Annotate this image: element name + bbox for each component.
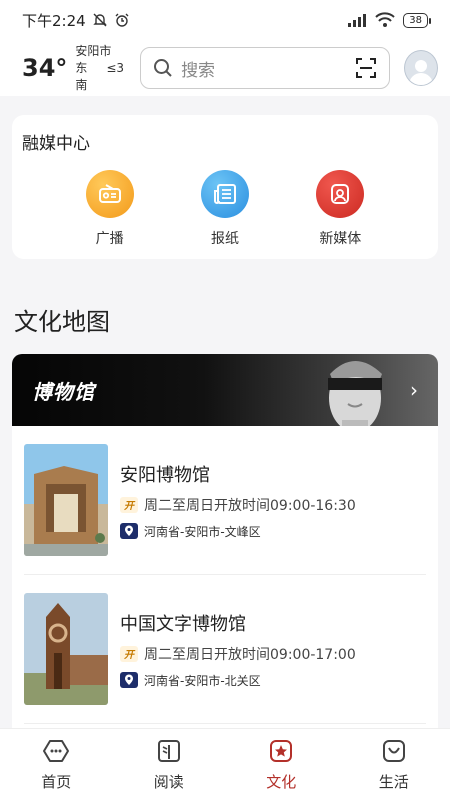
radio-icon xyxy=(85,170,134,218)
search-icon xyxy=(154,59,172,77)
museum-thumbnail xyxy=(24,444,108,556)
museum-name: 中国文字博物馆 xyxy=(120,613,246,635)
search-input[interactable]: 搜索 xyxy=(140,47,390,89)
wind-direction: 东南 xyxy=(75,60,88,92)
user-icon xyxy=(408,60,433,85)
hours-text: 周二至周日开放时间09:00-16:30 xyxy=(144,497,356,514)
list-item[interactable]: 安阳博物馆 开 周二至周日开放时间09:00-16:30 河南省-安阳市-文峰区 xyxy=(24,426,426,575)
location-pin-icon xyxy=(120,523,138,539)
home-icon xyxy=(43,740,70,762)
wind-level: ≤3 xyxy=(106,60,125,75)
open-badge: 开 xyxy=(120,645,138,662)
city-name: 安阳市 xyxy=(75,43,112,58)
statue-image xyxy=(328,361,382,426)
nav-item-life[interactable]: 生活 xyxy=(354,737,434,792)
museum-hours: 开 周二至周日开放时间09:00-16:30 xyxy=(120,495,356,515)
museum-banner[interactable]: 博物馆 › xyxy=(12,354,438,426)
status-time: 下午2:24 xyxy=(22,11,86,30)
list-item[interactable]: 中国文字博物馆 开 周二至周日开放时间09:00-17:00 河南省-安阳市-北… xyxy=(24,575,426,724)
nav-item-culture[interactable]: 文化 xyxy=(241,737,321,792)
media-item-new-media[interactable]: 新媒体 xyxy=(300,170,380,248)
museum-name: 安阳博物馆 xyxy=(120,464,210,486)
nav-label-read: 阅读 xyxy=(153,773,184,791)
culture-icon xyxy=(270,740,293,762)
status-right: 38 xyxy=(347,12,431,28)
address-text: 河南省-安阳市-文峰区 xyxy=(144,524,261,539)
alarm-icon xyxy=(115,13,129,27)
signal-icon xyxy=(348,14,367,27)
banner-title: 博物馆 xyxy=(32,379,95,404)
bottom-nav: 首页 阅读 文化 生活 xyxy=(0,728,450,800)
media-item-radio[interactable]: 广播 xyxy=(70,170,150,248)
book-icon xyxy=(157,740,180,762)
location-pin-icon xyxy=(120,672,138,688)
temperature: 34° xyxy=(22,54,68,82)
media-center-items: 广播 报纸 新媒体 xyxy=(22,170,428,248)
museum-address: 河南省-安阳市-文峰区 xyxy=(120,523,356,540)
media-center-card: 融媒中心 广播 报纸 新媒体 xyxy=(12,115,438,259)
avatar[interactable] xyxy=(404,50,438,86)
search-placeholder: 搜索 xyxy=(181,60,216,81)
battery-indicator: 38 xyxy=(403,12,431,28)
museum-thumbnail xyxy=(24,593,108,705)
media-center-title: 融媒中心 xyxy=(22,134,90,154)
nav-label-home: 首页 xyxy=(41,773,72,791)
wifi-icon xyxy=(375,12,395,27)
status-left: 下午2:24 xyxy=(22,10,130,31)
media-label-radio: 广播 xyxy=(95,231,124,247)
media-label-new-media: 新媒体 xyxy=(319,231,362,247)
header: 34° 安阳市 东南 ≤3 搜索 xyxy=(0,40,450,96)
open-badge: 开 xyxy=(120,496,138,513)
museum-list: 安阳博物馆 开 周二至周日开放时间09:00-16:30 河南省-安阳市-文峰区 xyxy=(12,426,438,736)
media-item-newspaper[interactable]: 报纸 xyxy=(185,170,265,248)
nav-item-read[interactable]: 阅读 xyxy=(129,737,209,792)
weather-info[interactable]: 安阳市 东南 ≤3 xyxy=(75,43,124,94)
address-text: 河南省-安阳市-北关区 xyxy=(144,673,261,688)
hours-text: 周二至周日开放时间09:00-17:00 xyxy=(144,646,356,663)
scan-icon[interactable] xyxy=(355,57,377,79)
museum-info: 中国文字博物馆 开 周二至周日开放时间09:00-17:00 河南省-安阳市-北… xyxy=(120,610,356,689)
mute-bell-icon xyxy=(92,13,107,27)
nav-label-culture: 文化 xyxy=(266,773,297,791)
media-label-newspaper: 报纸 xyxy=(210,231,239,247)
section-title-culture-map: 文化地图 xyxy=(14,308,110,336)
new-media-icon xyxy=(316,170,365,218)
chevron-right-icon: › xyxy=(410,378,418,402)
museum-address: 河南省-安阳市-北关区 xyxy=(120,672,356,689)
life-icon xyxy=(382,740,405,762)
museum-hours: 开 周二至周日开放时间09:00-17:00 xyxy=(120,644,356,664)
newspaper-icon xyxy=(200,170,249,218)
nav-label-life: 生活 xyxy=(378,773,409,791)
museum-info: 安阳博物馆 开 周二至周日开放时间09:00-16:30 河南省-安阳市-文峰区 xyxy=(120,461,356,540)
status-bar: 下午2:24 38 xyxy=(0,0,450,40)
nav-item-home[interactable]: 首页 xyxy=(16,737,96,792)
